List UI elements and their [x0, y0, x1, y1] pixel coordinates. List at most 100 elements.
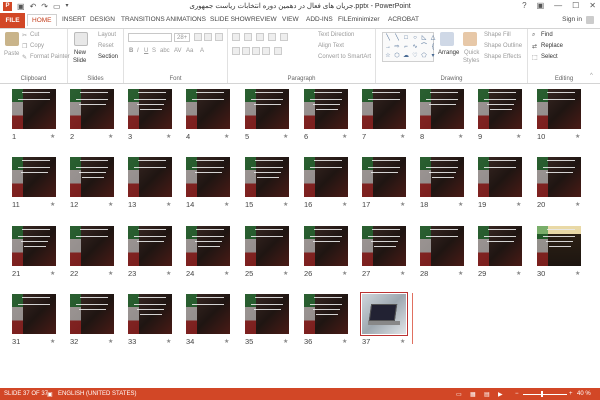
shape-rect-icon[interactable]: □: [402, 34, 410, 42]
tab-add-ins[interactable]: ADD-INS: [306, 16, 333, 23]
language-indicator[interactable]: ENGLISH (UNITED STATES): [58, 391, 136, 397]
transition-star-icon[interactable]: ★: [50, 270, 55, 277]
slide-thumbnail[interactable]: [362, 226, 406, 266]
shape-oval-icon[interactable]: ○: [411, 34, 419, 42]
sign-in[interactable]: Sign in: [562, 16, 594, 24]
shape-bracket-icon[interactable]: ⌐: [402, 43, 410, 51]
tab-file[interactable]: FILE: [0, 13, 25, 28]
grow-font-icon[interactable]: [194, 33, 202, 41]
slide-thumbnail[interactable]: [478, 157, 522, 197]
slide-thumbnail[interactable]: [537, 157, 581, 197]
tab-view[interactable]: VIEW: [282, 16, 299, 23]
shape-arrow2-icon[interactable]: ⇨: [393, 43, 401, 51]
tab-review[interactable]: REVIEW: [251, 16, 277, 23]
shape-line2-icon[interactable]: ╲: [393, 34, 401, 42]
transition-star-icon[interactable]: ★: [166, 338, 171, 345]
bold-icon[interactable]: B: [129, 48, 133, 54]
tab-transitions[interactable]: TRANSITIONS: [121, 16, 165, 23]
transition-star-icon[interactable]: ★: [108, 338, 113, 345]
slide-thumbnail[interactable]: [245, 226, 289, 266]
shape-hex-icon[interactable]: ⬡: [393, 52, 401, 60]
ribbon-display-icon[interactable]: ▣: [537, 1, 545, 10]
slide-thumbnail[interactable]: [478, 226, 522, 266]
font-color-icon[interactable]: A: [200, 48, 204, 54]
transition-star-icon[interactable]: ★: [283, 338, 288, 345]
slide-thumbnail[interactable]: [245, 294, 289, 334]
zoom-out-button[interactable]: −: [515, 391, 519, 397]
transition-star-icon[interactable]: ★: [342, 133, 347, 140]
arrange-icon[interactable]: [440, 32, 454, 46]
transition-star-icon[interactable]: ★: [50, 338, 55, 345]
cut-icon[interactable]: ✂: [22, 32, 27, 39]
shape-tri-icon[interactable]: △: [429, 34, 437, 42]
transition-star-icon[interactable]: ★: [108, 133, 113, 140]
shape-rtri-icon[interactable]: ◺: [420, 34, 428, 42]
slide-thumbnail[interactable]: [362, 157, 406, 197]
transition-star-icon[interactable]: ★: [458, 201, 463, 208]
paste-icon[interactable]: [5, 32, 19, 46]
clear-format-icon[interactable]: [215, 33, 223, 41]
find-button[interactable]: Find: [541, 32, 553, 38]
slide-thumbnail[interactable]: [186, 157, 230, 197]
text-direction-button[interactable]: Text Direction: [318, 32, 354, 38]
new-slide-icon[interactable]: [74, 32, 88, 46]
transition-star-icon[interactable]: ★: [108, 201, 113, 208]
transition-star-icon[interactable]: ★: [400, 338, 405, 345]
slide-thumbnail[interactable]: [70, 226, 114, 266]
font-size-field[interactable]: 28+: [174, 33, 190, 42]
new-slide-button[interactable]: New: [74, 50, 86, 56]
slide-sorter-view-icon[interactable]: ▦: [470, 391, 476, 398]
new-slide-button-line2[interactable]: Slide: [73, 58, 86, 64]
transition-star-icon[interactable]: ★: [400, 201, 405, 208]
underline-icon[interactable]: U: [144, 48, 148, 54]
sign-in-label[interactable]: Sign in: [562, 16, 582, 24]
transition-star-icon[interactable]: ★: [575, 201, 580, 208]
slide-thumbnail[interactable]: [420, 226, 464, 266]
transition-star-icon[interactable]: ★: [50, 201, 55, 208]
transition-star-icon[interactable]: ★: [516, 270, 521, 277]
close-icon[interactable]: ✕: [589, 1, 596, 10]
zoom-level[interactable]: 40 %: [577, 391, 591, 397]
slide-thumbnail[interactable]: [70, 157, 114, 197]
proofing-icon[interactable]: ▣: [47, 391, 53, 398]
tab-design[interactable]: DESIGN: [90, 16, 115, 23]
justify-icon[interactable]: [262, 47, 270, 55]
tab-home[interactable]: HOME: [27, 14, 57, 26]
shape-brace-icon[interactable]: {: [429, 43, 437, 51]
transition-star-icon[interactable]: ★: [166, 133, 171, 140]
replace-button[interactable]: Replace: [541, 43, 563, 49]
transition-star-icon[interactable]: ★: [224, 201, 229, 208]
normal-view-icon[interactable]: ▭: [456, 391, 462, 398]
align-right-icon[interactable]: [252, 47, 260, 55]
slide-thumbnail[interactable]: [245, 89, 289, 129]
tab-fileminimizer[interactable]: FILEminimizer: [338, 16, 380, 23]
transition-star-icon[interactable]: ★: [575, 133, 580, 140]
select-icon[interactable]: ⬚: [532, 54, 538, 61]
shape-curve-icon[interactable]: ∿: [411, 43, 419, 51]
shrink-font-icon[interactable]: [204, 33, 212, 41]
shape-fill-button[interactable]: Shape Fill: [484, 32, 511, 38]
align-center-icon[interactable]: [242, 47, 250, 55]
transition-star-icon[interactable]: ★: [575, 270, 580, 277]
reset-button[interactable]: Reset: [98, 43, 114, 49]
font-name-field[interactable]: [128, 33, 172, 42]
minimize-icon[interactable]: —: [554, 1, 562, 10]
maximize-icon[interactable]: ☐: [572, 1, 579, 10]
slide-thumbnail[interactable]: [128, 226, 172, 266]
slide-thumbnail[interactable]: [186, 294, 230, 334]
slide-thumbnail[interactable]: [360, 292, 408, 336]
slideshow-view-icon[interactable]: ▶: [498, 391, 503, 398]
slide-thumbnail[interactable]: [128, 294, 172, 334]
transition-star-icon[interactable]: ★: [50, 133, 55, 140]
char-spacing-icon[interactable]: AV: [174, 48, 182, 54]
layout-button[interactable]: Layout: [98, 32, 116, 38]
format-painter-icon[interactable]: ✎: [22, 54, 27, 61]
transition-star-icon[interactable]: ★: [342, 201, 347, 208]
copy-button[interactable]: Copy: [30, 43, 44, 49]
tab-insert[interactable]: INSERT: [62, 16, 86, 23]
slide-thumbnail[interactable]: [70, 89, 114, 129]
transition-star-icon[interactable]: ★: [224, 338, 229, 345]
transition-star-icon[interactable]: ★: [342, 270, 347, 277]
slide-thumbnail[interactable]: [478, 89, 522, 129]
transition-star-icon[interactable]: ★: [342, 338, 347, 345]
